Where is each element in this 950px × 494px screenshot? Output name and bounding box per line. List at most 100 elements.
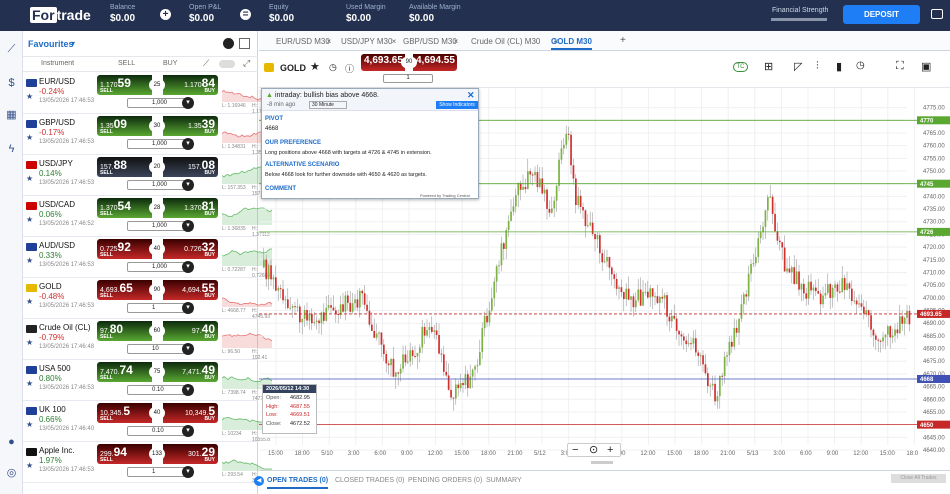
show-indicators-button[interactable]: Show Indicators: [436, 101, 478, 109]
watchlist-row[interactable]: ★ USD/CAD 0.06% 13/05/2026 17:46:52 1.37…: [23, 196, 273, 238]
chevron-down-icon[interactable]: ▾: [182, 343, 194, 355]
toggle-switch[interactable]: [219, 60, 235, 68]
watchlist-row[interactable]: ★ EUR/USD -0.24% 13/05/2026 17:46:53 1.1…: [23, 73, 273, 115]
star-icon[interactable]: ★: [26, 215, 33, 224]
star-icon[interactable]: ★: [26, 420, 33, 429]
close-tab-icon[interactable]: ×: [454, 37, 459, 46]
tab-gold-m30[interactable]: GOLD M30: [551, 37, 592, 50]
watchlist-row[interactable]: ★ USA 500 0.80% 13/05/2026 17:46:53 7,47…: [23, 360, 273, 402]
buy-button[interactable]: 0.72632 BUY: [163, 239, 218, 259]
grid-icon[interactable]: [239, 38, 250, 49]
watchlist-row[interactable]: ★ Crude Oil (CL) -0.79% 13/05/2026 17:46…: [23, 319, 273, 361]
tab-crude-oil-cl-m30[interactable]: Crude Oil (CL) M30: [471, 37, 540, 46]
tab-gbp-usd-m30[interactable]: GBP/USD M30: [403, 37, 457, 46]
sell-button[interactable]: 1.3509 SELL: [97, 116, 152, 136]
star-icon[interactable]: ★: [26, 256, 33, 265]
chevron-down-icon[interactable]: ▾: [182, 425, 194, 437]
chart-icon[interactable]: ⟋: [5, 43, 18, 56]
add-icon[interactable]: +: [160, 9, 171, 20]
chart-buy-button[interactable]: 4,694.55: [413, 54, 457, 71]
tab-eur-usd-m30[interactable]: EUR/USD M30: [276, 37, 330, 46]
tab-summary[interactable]: SUMMARY: [486, 477, 522, 484]
chevron-down-icon[interactable]: ▾: [182, 220, 194, 232]
sell-button[interactable]: 299.94 SELL: [97, 444, 152, 464]
tab-pending-orders[interactable]: PENDING ORDERS (0): [408, 477, 482, 484]
watchlist-row[interactable]: ★ USD/JPY 0.14% 13/05/2026 17:46:53 157.…: [23, 155, 273, 197]
buy-button[interactable]: 10,349.5 BUY: [163, 403, 218, 423]
mail-icon[interactable]: [931, 9, 943, 19]
buy-button[interactable]: 301.29 BUY: [163, 444, 218, 464]
lightning-icon[interactable]: ϟ: [5, 143, 18, 156]
buy-button[interactable]: 1.3539 BUY: [163, 116, 218, 136]
sell-button[interactable]: 157.88 SELL: [97, 157, 152, 177]
buy-button[interactable]: 97.40 BUY: [163, 321, 218, 341]
close-icon[interactable]: ✕: [467, 90, 475, 101]
clock-icon[interactable]: ◷: [329, 62, 337, 73]
tab-usd-jpy-m30[interactable]: USD/JPY M30: [341, 37, 392, 46]
sell-button[interactable]: 4,693.65 SELL: [97, 280, 152, 300]
watchlist-title[interactable]: Favourites: [28, 39, 74, 49]
sell-button[interactable]: 1.17059 SELL: [97, 75, 152, 95]
star-icon[interactable]: ★: [26, 92, 33, 101]
collapse-left-icon[interactable]: ◀: [254, 476, 264, 486]
fullscreen-icon[interactable]: ⛶: [896, 60, 904, 73]
buy-button[interactable]: 7,471.49 BUY: [163, 362, 218, 382]
crosshair-icon[interactable]: ⊞: [764, 60, 773, 73]
chart-qty-input[interactable]: 1: [383, 74, 433, 83]
instrument-name[interactable]: GBP/USD: [39, 118, 75, 127]
expand-icon[interactable]: ⤢: [243, 58, 250, 69]
interval-select[interactable]: 30 Minute: [309, 101, 347, 109]
star-icon[interactable]: ★: [26, 133, 33, 142]
instrument-name[interactable]: AUD/USD: [39, 241, 75, 250]
instrument-name[interactable]: EUR/USD: [39, 77, 75, 86]
sell-button[interactable]: 10,345.5 SELL: [97, 403, 152, 423]
info-icon[interactable]: ⓘ: [345, 62, 354, 75]
profile-icon[interactable]: ●: [5, 436, 18, 449]
zoom-in-icon[interactable]: +: [607, 444, 613, 456]
chevron-down-icon[interactable]: ▾: [182, 384, 194, 396]
mini-chart-icon[interactable]: ⟋: [203, 58, 209, 69]
close-tab-icon[interactable]: ×: [327, 37, 332, 46]
watchlist-row[interactable]: ★ Apple Inc. 1.97% 13/05/2026 17:46:53 2…: [23, 442, 272, 484]
instrument-name[interactable]: UK 100: [39, 405, 66, 414]
close-tab-icon[interactable]: ×: [392, 37, 397, 46]
tab-closed-trades[interactable]: CLOSED TRADES (0): [335, 477, 405, 484]
sell-button[interactable]: 1.37054 SELL: [97, 198, 152, 218]
tab-open-trades[interactable]: OPEN TRADES (0): [267, 477, 329, 489]
chevron-down-icon[interactable]: ▾: [182, 302, 194, 314]
watchlist-row[interactable]: ★ GBP/USD -0.17% 13/05/2026 17:46:53 1.3…: [23, 114, 273, 156]
watchlist-row[interactable]: ★ AUD/USD 0.33% 13/05/2026 17:46:53 0.72…: [23, 237, 272, 279]
watchlist-row[interactable]: ★ UK 100 0.66% 13/05/2026 17:46:40 10,34…: [23, 401, 273, 443]
star-icon[interactable]: ★: [26, 461, 33, 470]
timeframe-icon[interactable]: ◷: [856, 60, 865, 71]
sell-button[interactable]: 0.72592 SELL: [97, 239, 152, 259]
tc-icon[interactable]: TC: [733, 62, 748, 72]
add-tab-icon[interactable]: +: [620, 35, 626, 46]
instrument-name[interactable]: USD/JPY: [39, 159, 73, 168]
deposit-button[interactable]: DEPOSIT: [843, 5, 920, 24]
bar-chart-icon[interactable]: ▮: [836, 60, 842, 73]
chevron-down-icon[interactable]: ▾: [182, 97, 194, 109]
buy-button[interactable]: 4,694.55 BUY: [163, 280, 218, 300]
chevron-down-icon[interactable]: ▾: [182, 261, 194, 273]
sell-button[interactable]: 97.80 SELL: [97, 321, 152, 341]
search-icon[interactable]: [223, 38, 234, 49]
watchlist-row[interactable]: ★ GOLD -0.48% 13/05/2026 17:46:53 4,693.…: [23, 278, 273, 320]
buy-button[interactable]: 157.08 BUY: [163, 157, 218, 177]
layout-icon[interactable]: ▣: [921, 60, 931, 73]
calendar-icon[interactable]: ▦: [5, 109, 18, 122]
fortrade-logo[interactable]: For trade: [30, 7, 91, 24]
reset-zoom-icon[interactable]: ⊙: [589, 444, 598, 456]
chevron-down-icon[interactable]: ▾: [182, 466, 194, 478]
draw-icon[interactable]: ◸: [794, 60, 802, 73]
instrument-name[interactable]: Crude Oil (CL): [39, 323, 91, 332]
star-icon[interactable]: ★: [26, 174, 33, 183]
settings-icon[interactable]: ◎: [5, 467, 18, 480]
chevron-down-icon[interactable]: ▾: [182, 138, 194, 150]
chevron-down-icon[interactable]: ▾: [182, 179, 194, 191]
zoom-out-icon[interactable]: −: [572, 444, 578, 456]
instrument-name[interactable]: GOLD: [39, 282, 62, 291]
star-icon[interactable]: ★: [310, 60, 320, 73]
chart-sell-button[interactable]: 4,693.65: [361, 54, 405, 71]
buy-button[interactable]: 1.17084 BUY: [163, 75, 218, 95]
